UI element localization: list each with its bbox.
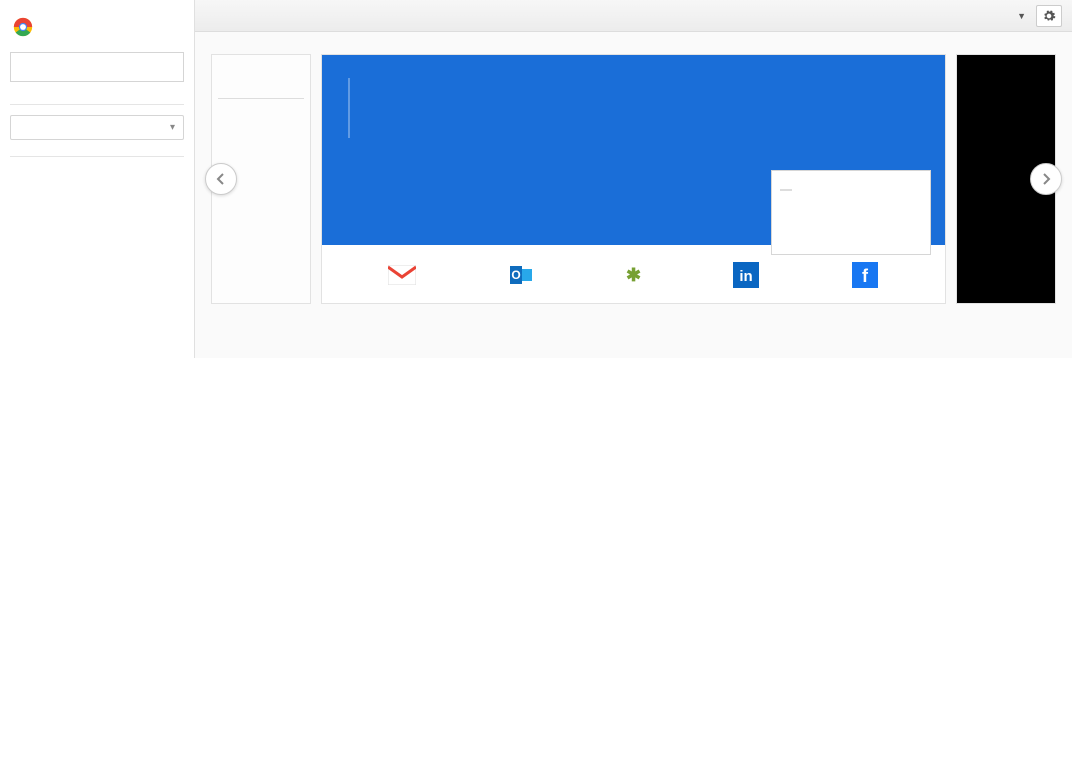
banner-compose-preview [771, 170, 931, 255]
settings-button[interactable] [1036, 5, 1062, 27]
outlook-icon: O [506, 260, 536, 290]
chevron-down-icon: ▼ [1017, 11, 1026, 21]
categories-dropdown[interactable]: ▾ [10, 115, 184, 140]
account-menu[interactable]: ▼ [1014, 11, 1026, 21]
featured-card-main[interactable]: O ✱ in f [321, 54, 946, 304]
store-logo[interactable] [10, 10, 184, 52]
zendesk-icon: ✱ [626, 265, 641, 286]
gmail-icon [387, 260, 417, 290]
chevron-down-icon: ▾ [170, 122, 175, 133]
svg-text:in: in [739, 268, 752, 285]
facebook-icon: f [850, 260, 880, 290]
carousel-prev-button[interactable] [205, 163, 237, 195]
featured-carousel: O ✱ in f [211, 54, 1056, 304]
linkedin-icon: in [731, 260, 761, 290]
topbar: ▼ [195, 0, 1072, 32]
search-input[interactable] [10, 52, 184, 82]
gear-icon [1042, 9, 1056, 23]
banner-compose-hello [780, 189, 792, 191]
svg-text:f: f [862, 266, 869, 286]
chrome-store-icon [12, 16, 34, 38]
chevron-right-icon [1041, 173, 1051, 185]
carousel-next-button[interactable] [1030, 163, 1062, 195]
chevron-left-icon [216, 173, 226, 185]
svg-text:O: O [512, 268, 521, 282]
